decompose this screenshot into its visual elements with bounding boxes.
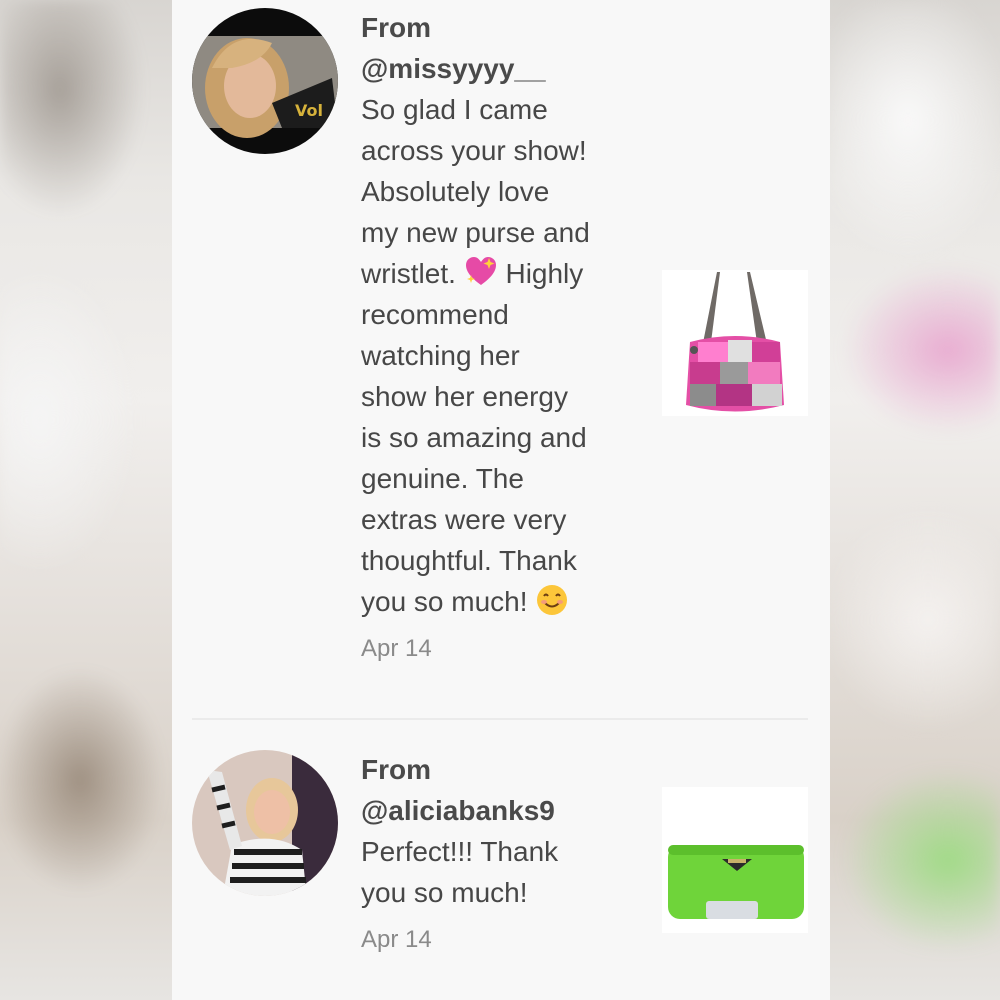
sparkling-heart-icon	[465, 257, 496, 285]
review-body: Perfect!!! Thank you so much!	[361, 836, 559, 908]
smiling-face-icon	[537, 585, 568, 615]
wallet-icon	[662, 787, 808, 933]
blurred-background-right	[828, 0, 1000, 1000]
review-text-part: Highly recommend watching her show her e…	[361, 258, 587, 617]
review-body: So glad I came across your show! Absolut…	[361, 89, 631, 622]
reviewer-avatar[interactable]: Vol	[192, 8, 338, 154]
product-thumbnail[interactable]	[662, 787, 808, 933]
review-divider	[192, 718, 808, 720]
reviews-panel[interactable]: Vol From @missyyyy__ So glad I came acro…	[172, 0, 830, 1000]
from-label: From	[361, 12, 431, 43]
review-text-column: From @missyyyy__ So glad I came across y…	[361, 7, 631, 664]
from-label: From	[361, 754, 431, 785]
reviewer-handle[interactable]: @missyyyy__	[361, 48, 631, 89]
review-date: Apr 14	[361, 926, 432, 953]
reviewer-handle[interactable]: @aliciabanks9	[361, 790, 631, 831]
review-date: Apr 14	[361, 635, 432, 662]
product-thumbnail[interactable]	[662, 270, 808, 416]
screenshot-stage: Vol From @missyyyy__ So glad I came acro…	[0, 0, 1000, 1000]
reviewer-avatar[interactable]	[192, 750, 338, 896]
avatar-photo-icon	[192, 750, 338, 896]
svg-text:Vol: Vol	[295, 101, 323, 120]
avatar-photo-icon: Vol	[192, 8, 338, 154]
blurred-background-left	[0, 0, 172, 1000]
purse-icon	[662, 270, 808, 416]
review-text-column: From @aliciabanks9 Perfect!!! Thank you …	[361, 749, 631, 955]
